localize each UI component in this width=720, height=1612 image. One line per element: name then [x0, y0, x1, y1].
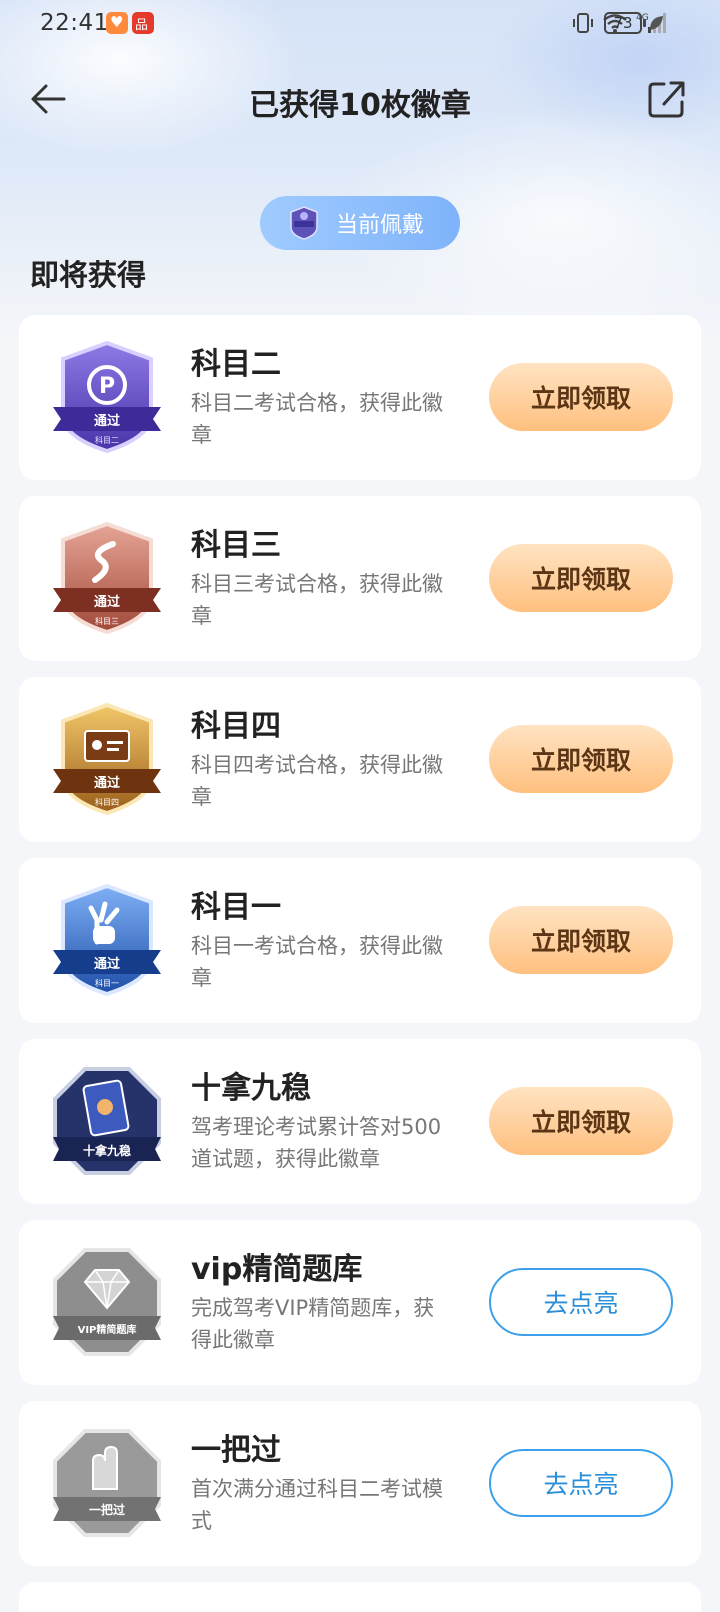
badge-ribbon-text: 十拿九稳	[83, 1143, 131, 1158]
status-time: 22:41	[40, 10, 109, 36]
shopping-app-icon	[132, 12, 154, 34]
badge-description: 完成驾考VIP精简题库，获得此徽章	[191, 1296, 435, 1352]
claim-button[interactable]: 立即领取	[489, 906, 673, 974]
badge-ribbon-text: 通过	[94, 594, 120, 610]
badge-card-subject-two: P 通过 科目二 科目二 科目二考试合格，获得此徽章 立即领取	[19, 315, 701, 480]
badge-description: 首次满分通过科目二考试模式	[191, 1477, 443, 1533]
subject-three-badge-icon: 通过 科目三	[47, 518, 167, 638]
light-up-button[interactable]: 去点亮	[489, 1268, 673, 1336]
badge-card-subject-one: 通过 科目一 科目一 科目一考试合格，获得此徽章 立即领取	[19, 858, 701, 1023]
claim-button[interactable]: 立即领取	[489, 725, 673, 793]
badge-card-partial	[19, 1582, 701, 1612]
badge-title: 科目二	[191, 347, 281, 382]
badge-title: 一把过	[191, 1433, 281, 1468]
badge-card-one-pass: 一把过 一把过 首次满分通过科目二考试模式 去点亮	[19, 1401, 701, 1566]
badge-title: 科目三	[191, 528, 281, 563]
page-title: 已获得10枚徽章	[249, 88, 471, 123]
badge-sub-text: 科目四	[95, 797, 119, 807]
badge-card-subject-four: 通过 科目四 科目四 科目四考试合格，获得此徽章 立即领取	[19, 677, 701, 842]
claim-button[interactable]: 立即领取	[489, 1087, 673, 1155]
nav-bar: 已获得10枚徽章	[0, 62, 720, 134]
badge-description: 科目三考试合格，获得此徽章	[191, 572, 443, 628]
badge-title: 科目四	[191, 709, 281, 744]
current-wearing-label: 当前佩戴	[336, 213, 425, 238]
claim-button[interactable]: 立即领取	[489, 544, 673, 612]
current-wearing-button[interactable]: 当前佩戴	[260, 196, 460, 250]
claim-button[interactable]: 立即领取	[489, 363, 673, 431]
status-bar: 22:41 4G 73	[0, 0, 720, 48]
one-pass-badge-icon: 一把过	[47, 1423, 167, 1543]
badge-ribbon-text: 通过	[94, 956, 120, 972]
badge-title: 十拿九稳	[191, 1071, 311, 1106]
badge-list: P 通过 科目二 科目二 科目二考试合格，获得此徽章 立即领取 通过 科目三 科…	[19, 315, 701, 1612]
subject-one-badge-icon: 通过 科目一	[47, 880, 167, 1000]
light-up-button[interactable]: 去点亮	[489, 1449, 673, 1517]
battery-indicator: 73	[604, 12, 646, 34]
badge-ribbon-text: 一把过	[89, 1502, 125, 1517]
health-app-icon	[106, 12, 128, 34]
badge-sub-text: 科目三	[95, 616, 119, 626]
ten-nine-steady-badge-icon: 十拿九稳	[47, 1061, 167, 1181]
vip-question-bank-badge-icon: VIP精简题库	[47, 1242, 167, 1362]
badge-description: 科目二考试合格，获得此徽章	[191, 391, 443, 447]
share-icon	[648, 81, 685, 118]
badge-card-ten-nine-steady: 十拿九稳 十拿九稳 驾考理论考试累计答对500道试题，获得此徽章 立即领取	[19, 1039, 701, 1204]
subject-four-badge-icon: 通过 科目四	[47, 699, 167, 819]
share-button[interactable]	[644, 76, 694, 126]
badge-sub-text: 科目一	[95, 978, 119, 988]
badge-ribbon-text: 通过	[94, 413, 120, 429]
vibrate-icon	[573, 13, 593, 33]
wearing-badge-icon	[290, 206, 318, 240]
leaf-icon	[650, 16, 663, 30]
badge-ribbon-text: 通过	[94, 775, 120, 791]
badge-card-vip-question-bank: VIP精简题库 vip精简题库 完成驾考VIP精简题库，获得此徽章 去点亮	[19, 1220, 701, 1385]
badge-title: vip精简题库	[191, 1252, 363, 1287]
badge-sub-text: 科目二	[95, 435, 119, 445]
badge-description: 驾考理论考试累计答对500道试题，获得此徽章	[191, 1115, 442, 1171]
badge-card-subject-three: 通过 科目三 科目三 科目三考试合格，获得此徽章 立即领取	[19, 496, 701, 661]
badge-ribbon-text: VIP精简题库	[78, 1323, 137, 1336]
svg-text:P: P	[99, 374, 115, 399]
badge-description: 科目一考试合格，获得此徽章	[191, 934, 443, 990]
subject-two-badge-icon: P 通过 科目二	[47, 337, 167, 457]
badge-title: 科目一	[191, 890, 281, 925]
section-title: 即将获得	[30, 258, 147, 292]
badge-description: 科目四考试合格，获得此徽章	[191, 753, 443, 809]
